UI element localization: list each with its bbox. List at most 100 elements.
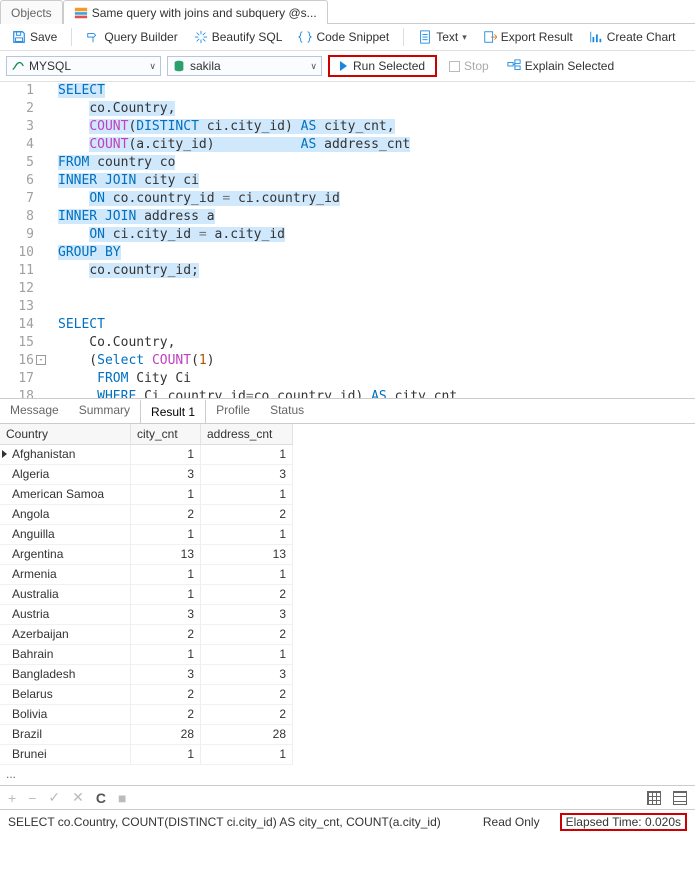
database-dropdown[interactable]: sakila ∨ [167, 56, 322, 76]
table-row[interactable]: Brazil [0, 725, 131, 745]
save-button[interactable]: Save [6, 28, 63, 46]
table-row[interactable]: Bangladesh [0, 665, 131, 685]
button-label: Beautify SQL [212, 30, 283, 44]
grid-view-icon[interactable] [647, 791, 661, 805]
create-chart-button[interactable]: Create Chart [583, 28, 682, 46]
query-builder-button[interactable]: Query Builder [80, 28, 183, 46]
explain-selected-button[interactable]: Explain Selected [501, 57, 620, 75]
table-row[interactable]: Australia [0, 585, 131, 605]
column-header[interactable]: Country [0, 424, 131, 445]
table-cell[interactable]: 1 [131, 585, 201, 605]
table-row[interactable]: Algeria [0, 465, 131, 485]
tab-label: Objects [11, 6, 52, 20]
table-cell[interactable]: 3 [131, 665, 201, 685]
table-cell[interactable]: 3 [131, 465, 201, 485]
result-grid[interactable]: Countrycity_cntaddress_cntAfghanistan11A… [0, 424, 695, 765]
table-cell[interactable]: 1 [131, 745, 201, 765]
database-icon [172, 59, 186, 73]
table-row[interactable]: Belarus [0, 685, 131, 705]
toolbar-separator [403, 28, 404, 46]
table-cell[interactable]: 13 [201, 545, 293, 565]
table-row[interactable]: Argentina [0, 545, 131, 565]
stop-icon [449, 61, 460, 72]
button-label: Create Chart [607, 30, 676, 44]
table-cell[interactable]: 3 [201, 465, 293, 485]
table-cell[interactable]: 2 [131, 625, 201, 645]
table-row[interactable]: Bolivia [0, 705, 131, 725]
table-row[interactable]: Bahrain [0, 645, 131, 665]
cancel-button[interactable]: ✕ [72, 789, 84, 806]
table-row[interactable]: Austria [0, 605, 131, 625]
document-icon [418, 30, 432, 44]
text-button[interactable]: Text ▾ [412, 28, 473, 46]
table-cell[interactable]: 1 [201, 645, 293, 665]
tab-query[interactable]: Same query with joins and subquery @s... [63, 0, 328, 24]
code-snippet-button[interactable]: Code Snippet [292, 28, 395, 46]
stop-button[interactable]: Stop [443, 57, 495, 75]
tab-result[interactable]: Result 1 [140, 399, 206, 423]
status-query: SELECT co.Country, COUNT(DISTINCT ci.cit… [8, 815, 441, 829]
table-cell[interactable]: 1 [201, 745, 293, 765]
table-row[interactable]: Azerbaijan [0, 625, 131, 645]
table-cell[interactable]: 2 [201, 505, 293, 525]
table-cell[interactable]: 2 [131, 505, 201, 525]
button-label: Run Selected [353, 59, 425, 73]
beautify-sql-button[interactable]: Beautify SQL [188, 28, 289, 46]
table-cell[interactable]: 1 [131, 485, 201, 505]
table-cell[interactable]: 1 [201, 485, 293, 505]
tab-profile[interactable]: Profile [206, 399, 260, 423]
refresh-button[interactable]: C [96, 790, 106, 806]
column-header[interactable]: city_cnt [131, 424, 201, 445]
table-cell[interactable]: 1 [131, 445, 201, 465]
table-row[interactable]: Anguilla [0, 525, 131, 545]
main-toolbar: Save Query Builder Beautify SQL Code Sni… [0, 24, 695, 51]
tab-objects[interactable]: Objects [0, 0, 63, 24]
table-cell[interactable]: 1 [201, 525, 293, 545]
table-cell[interactable]: 1 [131, 565, 201, 585]
table-cell[interactable]: 3 [201, 605, 293, 625]
table-row[interactable]: Angola [0, 505, 131, 525]
table-row[interactable]: Afghanistan [0, 445, 131, 465]
table-cell[interactable]: 1 [131, 525, 201, 545]
table-row[interactable]: American Samoa [0, 485, 131, 505]
table-cell[interactable]: 2 [131, 685, 201, 705]
play-icon [340, 61, 347, 71]
fold-toggle[interactable]: - [36, 355, 46, 365]
table-cell[interactable]: 28 [131, 725, 201, 745]
export-result-button[interactable]: Export Result [477, 28, 579, 46]
engine-dropdown[interactable]: MYSQL ∨ [6, 56, 161, 76]
column-header[interactable]: address_cnt [201, 424, 293, 445]
table-cell[interactable]: 3 [131, 605, 201, 625]
editor-code[interactable]: SELECT co.Country, COUNT(DISTINCT ci.cit… [42, 82, 695, 398]
table-cell[interactable]: 1 [201, 445, 293, 465]
table-cell[interactable]: 2 [201, 705, 293, 725]
table-cell[interactable]: 28 [201, 725, 293, 745]
table-cell[interactable]: 2 [131, 705, 201, 725]
button-label: Code Snippet [316, 30, 389, 44]
table-cell[interactable]: 2 [201, 685, 293, 705]
tab-summary[interactable]: Summary [69, 399, 140, 423]
table-row[interactable]: Armenia [0, 565, 131, 585]
table-cell[interactable]: 2 [201, 625, 293, 645]
chevron-down-icon: ∨ [310, 61, 317, 72]
save-icon [12, 30, 26, 44]
button-label: Query Builder [104, 30, 177, 44]
dropdown-value: sakila [190, 59, 306, 73]
table-cell[interactable]: 1 [131, 645, 201, 665]
chart-icon [589, 30, 603, 44]
add-row-button[interactable]: + [8, 790, 16, 806]
table-cell[interactable]: 3 [201, 665, 293, 685]
run-selected-button[interactable]: Run Selected [328, 55, 437, 77]
stop-fetch-button[interactable]: ■ [118, 790, 126, 806]
export-icon [483, 30, 497, 44]
table-cell[interactable]: 1 [201, 565, 293, 585]
table-row[interactable]: Brunei [0, 745, 131, 765]
delete-row-button[interactable]: − [28, 790, 36, 806]
tab-status[interactable]: Status [260, 399, 314, 423]
sql-editor[interactable]: 12345678910111213141516-171819-20212223 … [0, 82, 695, 398]
tab-message[interactable]: Message [0, 399, 69, 423]
table-cell[interactable]: 13 [131, 545, 201, 565]
table-cell[interactable]: 2 [201, 585, 293, 605]
commit-button[interactable]: ✓ [48, 789, 60, 806]
form-view-icon[interactable] [673, 791, 687, 805]
